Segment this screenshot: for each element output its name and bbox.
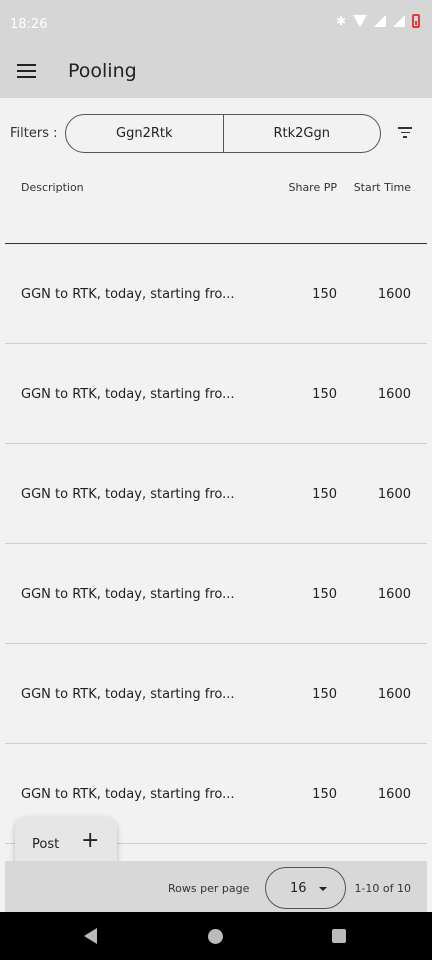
row-description: GGN to RTK, today, starting fro... (21, 587, 235, 602)
filter-ggn2rtk[interactable]: Ggn2Rtk (66, 115, 223, 152)
battery-icon (412, 14, 420, 28)
back-icon[interactable] (84, 928, 97, 944)
rows-per-page-label: Rows per page (168, 882, 250, 895)
signal-icon (374, 15, 386, 27)
row-description: GGN to RTK, today, starting fro... (21, 387, 235, 402)
home-icon[interactable] (208, 929, 223, 944)
filters-bar: Filters : Ggn2Rtk Rtk2Ggn (0, 113, 432, 155)
row-description: GGN to RTK, today, starting fro... (21, 487, 235, 502)
system-nav-bar (0, 912, 432, 960)
row-share-pp: 150 (312, 587, 337, 602)
row-share-pp: 150 (312, 687, 337, 702)
bluetooth-icon: ✱ (335, 14, 346, 28)
menu-icon[interactable] (17, 64, 36, 78)
pagination-bar: Rows per page 16 1-10 of 10 (5, 861, 427, 913)
table-row[interactable]: GGN to RTK, today, starting fro... 150 160… (5, 344, 427, 444)
post-button-label: Post (32, 837, 60, 852)
row-start-time: 1600 (377, 287, 411, 302)
row-description: GGN to RTK, today, starting fro... (21, 287, 235, 302)
row-share-pp: 150 (312, 487, 337, 502)
row-description: GGN to RTK, today, starting fro... (21, 787, 235, 802)
status-time: 18:26 (10, 17, 48, 32)
table-row[interactable]: GGN to RTK, today, starting fro... 150 160… (5, 544, 427, 644)
filter-icon[interactable] (398, 127, 412, 139)
row-share-pp: 150 (312, 287, 337, 302)
column-start-time[interactable]: Start Time (354, 181, 411, 194)
pooling-table: Description Share PP Start Time GGN to R… (5, 170, 427, 844)
plus-icon: + (81, 828, 100, 853)
filter-rtk2ggn[interactable]: Rtk2Ggn (222, 115, 381, 152)
row-share-pp: 150 (312, 387, 337, 402)
row-start-time: 1600 (377, 787, 411, 802)
app-bar: Pooling (0, 48, 432, 98)
status-bar: 18:26 ✱ (0, 0, 432, 48)
row-share-pp: 150 (312, 787, 337, 802)
signal-icon-2 (393, 15, 405, 27)
table-row[interactable]: GGN to RTK, today, starting fro... 150 160… (5, 444, 427, 544)
column-description[interactable]: Description (21, 181, 84, 194)
page-range: 1-10 of 10 (354, 882, 411, 895)
rows-per-page-select[interactable]: 16 (265, 867, 346, 909)
rows-per-page-value: 16 (290, 881, 307, 896)
status-icons: ✱ (336, 14, 420, 28)
column-share-pp[interactable]: Share PP (288, 181, 337, 194)
row-start-time: 1600 (377, 687, 411, 702)
row-start-time: 1600 (377, 487, 411, 502)
route-toggle: Ggn2Rtk Rtk2Ggn (65, 114, 381, 153)
table-row[interactable]: GGN to RTK, today, starting fro... 150 160… (5, 644, 427, 744)
row-start-time: 1600 (377, 387, 411, 402)
caret-down-icon (319, 887, 327, 891)
page-title: Pooling (68, 60, 137, 82)
wifi-icon (353, 15, 367, 27)
table-row[interactable]: GGN to RTK, today, starting fro... 150 160… (5, 244, 427, 344)
recents-icon[interactable] (332, 929, 346, 943)
table-header: Description Share PP Start Time (5, 170, 427, 244)
row-description: GGN to RTK, today, starting fro... (21, 687, 235, 702)
row-start-time: 1600 (377, 587, 411, 602)
filters-label: Filters : (10, 126, 58, 141)
